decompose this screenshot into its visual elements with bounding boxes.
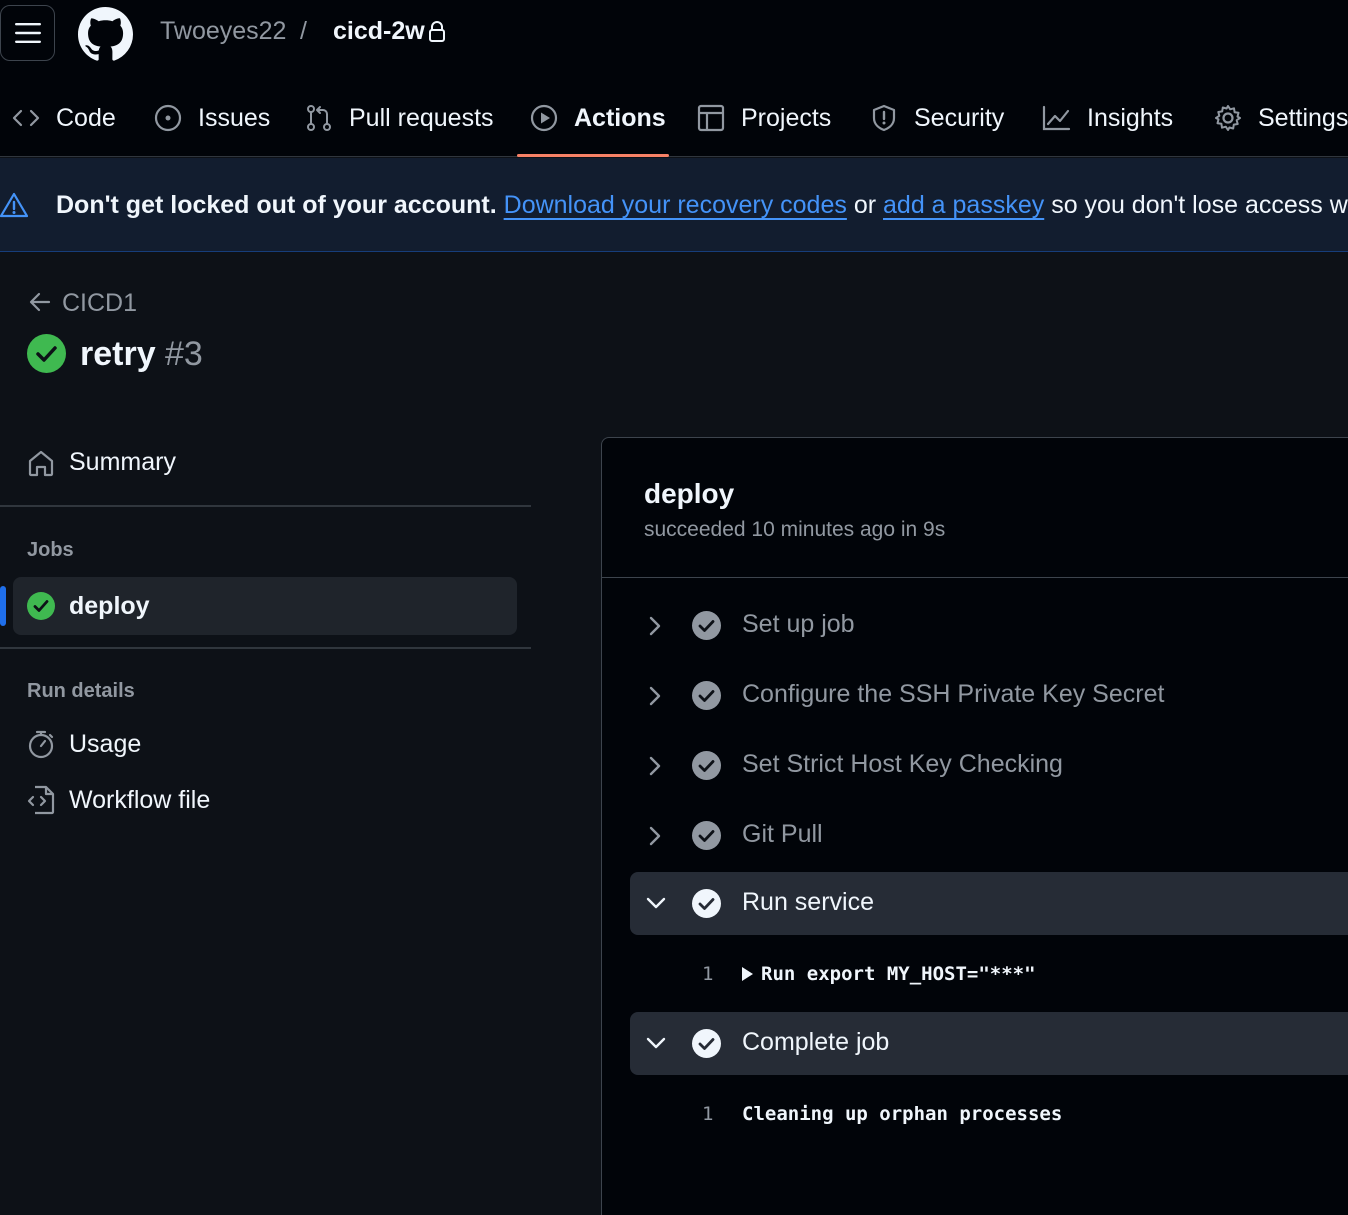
- log-line-number: 1: [702, 963, 714, 985]
- top-header: Twoeyes22 / cicd-2w Code Issues Pull req…: [0, 0, 1348, 157]
- step-configure-ssh-key[interactable]: Configure the SSH Private Key Secret: [630, 664, 1348, 727]
- panel-divider: [602, 577, 1348, 578]
- job-status-text: succeeded 10 minutes ago in 9s: [644, 518, 946, 541]
- step-complete-job[interactable]: Complete job: [630, 1012, 1348, 1075]
- run-title: retry: [80, 335, 156, 373]
- tab-insights-label: Insights: [1087, 103, 1174, 132]
- sidebar-job-deploy[interactable]: deploy: [13, 577, 517, 635]
- chevron-right-icon: [649, 686, 661, 706]
- sidebar-job-label: deploy: [69, 591, 150, 620]
- banner-tail-text: so you don't lose access when y: [1051, 191, 1348, 219]
- repo-owner-link[interactable]: Twoeyes22: [160, 17, 286, 46]
- chevron-right-icon: [649, 756, 661, 776]
- chevron-right-icon: [649, 826, 661, 846]
- menu-button[interactable]: [0, 5, 55, 61]
- tab-pull-requests[interactable]: Pull requests: [306, 96, 494, 140]
- check-circle-fill-icon: [692, 681, 721, 710]
- check-circle-fill-icon: [692, 751, 721, 780]
- add-passkey-link[interactable]: add a passkey: [883, 191, 1044, 219]
- step-label: Complete job: [742, 1028, 890, 1056]
- log-line[interactable]: 1 Cleaning up orphan processes: [702, 1099, 1062, 1129]
- git-pull-request-icon: [307, 105, 331, 131]
- active-tab-indicator: [517, 154, 669, 157]
- check-circle-fill-icon: [692, 821, 721, 850]
- log-line[interactable]: 1 Run export MY_HOST="***": [702, 959, 1036, 989]
- sidebar-workflow-file-label: Workflow file: [69, 785, 211, 814]
- step-strict-host-key[interactable]: Set Strict Host Key Checking: [630, 734, 1348, 797]
- gear-icon: [1215, 105, 1241, 131]
- file-code-icon: [27, 785, 55, 815]
- tab-settings-label: Settings: [1258, 103, 1348, 132]
- chevron-right-icon: [649, 616, 661, 636]
- tab-pull-requests-label: Pull requests: [349, 103, 494, 132]
- check-circle-fill-icon: [692, 611, 721, 640]
- stopwatch-icon: [28, 730, 54, 759]
- table-icon: [697, 104, 725, 132]
- sidebar-summary-label: Summary: [69, 448, 176, 476]
- run-details-header: Run details: [27, 680, 135, 702]
- sidebar-usage-label: Usage: [69, 729, 142, 758]
- step-git-pull[interactable]: Git Pull: [630, 804, 1348, 867]
- sidebar-workflow-file-link[interactable]: Workflow file: [27, 785, 210, 815]
- workflow-back-link[interactable]: CICD1: [62, 289, 137, 318]
- step-run-service[interactable]: Run service: [630, 872, 1348, 935]
- sidebar-divider: [0, 647, 531, 649]
- shield-icon: [872, 104, 896, 132]
- step-label: Configure the SSH Private Key Secret: [742, 680, 1165, 708]
- tab-issues[interactable]: Issues: [154, 96, 270, 140]
- tab-actions[interactable]: Actions: [530, 96, 666, 140]
- tab-projects-label: Projects: [741, 103, 832, 132]
- job-log-panel: deploy succeeded 10 minutes ago in 9s Se…: [601, 437, 1348, 1215]
- jobs-header: Jobs: [27, 539, 74, 561]
- sidebar-summary-link[interactable]: Summary: [27, 448, 176, 477]
- breadcrumb-separator: /: [300, 17, 307, 45]
- graph-icon: [1042, 105, 1071, 131]
- banner-or-text: or: [853, 191, 877, 219]
- check-circle-fill-icon: [692, 1029, 721, 1058]
- step-label: Set up job: [742, 610, 855, 638]
- check-circle-fill-icon: [692, 889, 721, 918]
- chevron-down-icon: [646, 897, 666, 909]
- repo-name-link[interactable]: cicd-2w: [333, 17, 425, 46]
- check-circle-fill-icon: [27, 334, 66, 373]
- home-icon: [28, 450, 54, 476]
- job-title: deploy: [644, 478, 735, 509]
- arrow-left-icon[interactable]: [28, 291, 52, 313]
- github-logo-icon[interactable]: [78, 7, 133, 62]
- tab-projects[interactable]: Projects: [697, 96, 831, 140]
- log-line-text: Cleaning up orphan processes: [742, 1103, 1063, 1125]
- banner-bold-text: Don't get locked out of your account.: [56, 191, 497, 219]
- log-line-number: 1: [702, 1103, 714, 1125]
- alert-icon: [0, 192, 28, 218]
- run-number: #3: [165, 335, 203, 373]
- log-line-text: Run export MY_HOST="***": [761, 963, 1036, 985]
- tab-security[interactable]: Security: [870, 96, 1004, 140]
- step-label: Run service: [742, 888, 874, 916]
- play-icon: [530, 104, 558, 132]
- sidebar-divider: [0, 505, 531, 507]
- security-banner: Don't get locked out of your account. Do…: [0, 158, 1348, 252]
- check-circle-fill-icon: [27, 592, 55, 620]
- banner-message: Don't get locked out of your account. Do…: [56, 191, 1348, 220]
- tab-insights[interactable]: Insights: [1042, 96, 1173, 140]
- chevron-down-icon: [646, 1037, 666, 1049]
- tab-security-label: Security: [914, 103, 1005, 132]
- tab-issues-label: Issues: [198, 103, 271, 132]
- hamburger-icon: [14, 23, 41, 43]
- step-label: Git Pull: [742, 820, 823, 848]
- tab-actions-label: Actions: [574, 103, 666, 132]
- step-set-up-job[interactable]: Set up job: [630, 594, 1348, 657]
- tab-code-label: Code: [56, 103, 116, 132]
- lock-icon: [429, 21, 445, 42]
- tab-settings[interactable]: Settings: [1214, 96, 1348, 140]
- triangle-right-icon[interactable]: [742, 967, 753, 981]
- issue-opened-icon: [154, 104, 182, 132]
- recovery-codes-link[interactable]: Download your recovery codes: [504, 191, 847, 219]
- code-icon: [12, 109, 40, 127]
- sidebar-usage-link[interactable]: Usage: [27, 729, 141, 759]
- tab-code[interactable]: Code: [12, 96, 116, 140]
- selected-job-indicator: [0, 586, 6, 626]
- step-label: Set Strict Host Key Checking: [742, 750, 1063, 778]
